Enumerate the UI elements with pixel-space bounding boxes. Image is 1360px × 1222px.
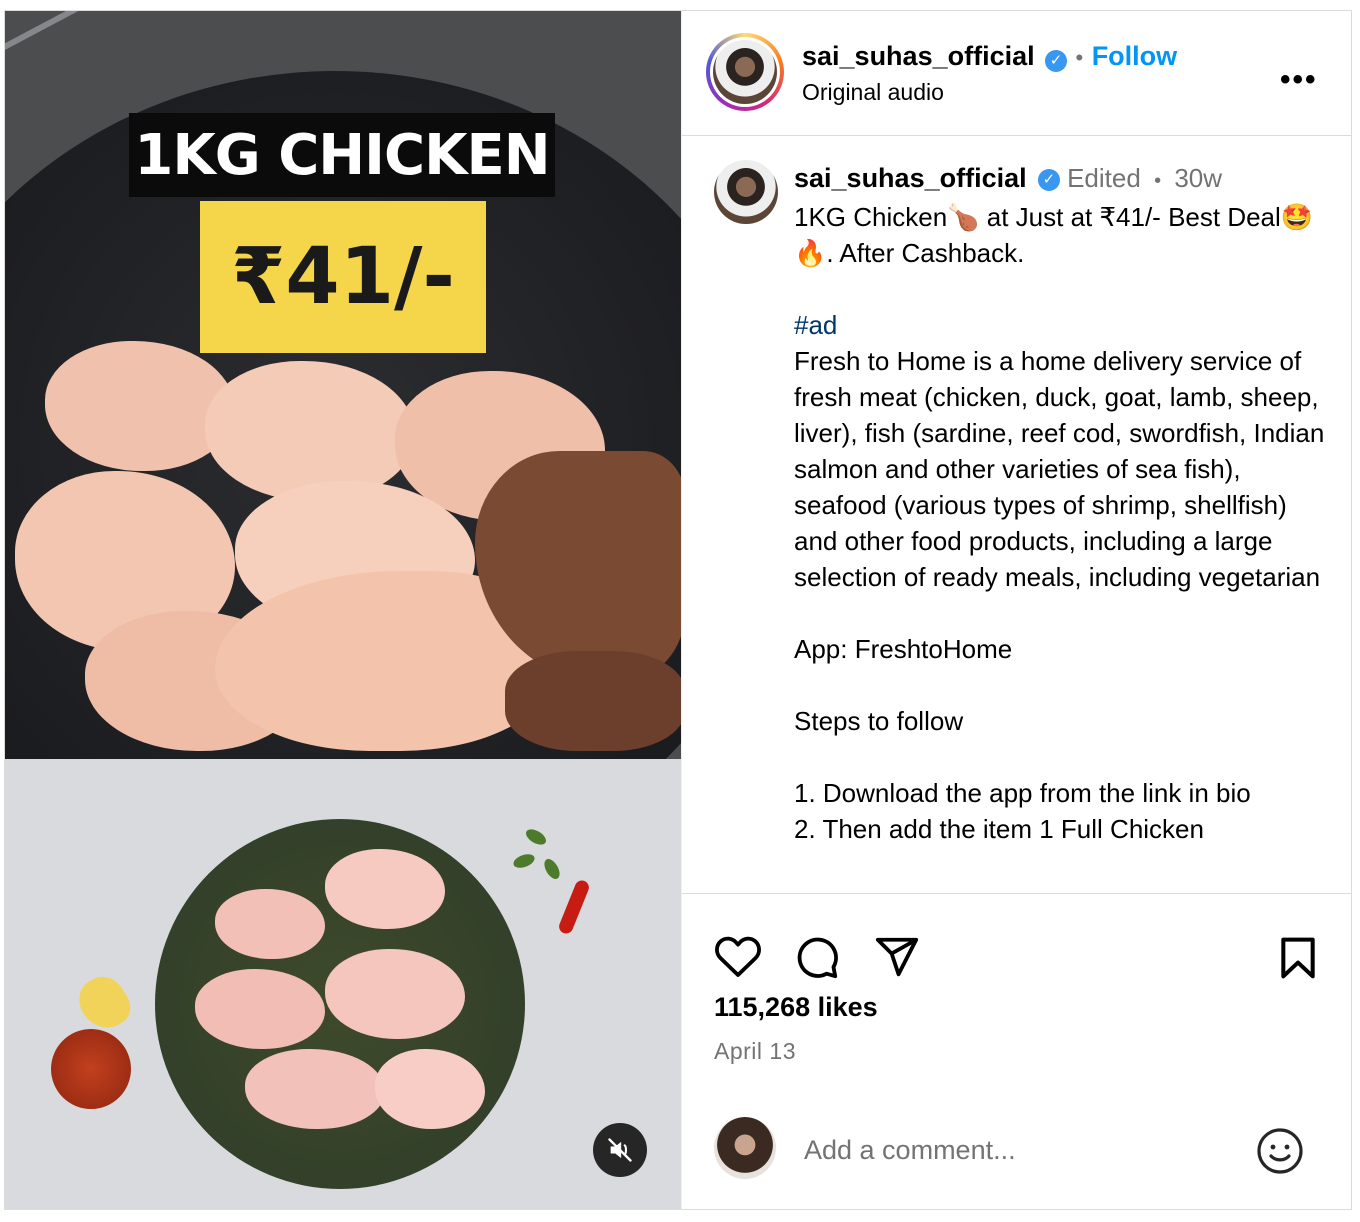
- header-separator: •: [1075, 45, 1084, 70]
- post-details-panel: sai_suhas_official ✓ • Follow Original a…: [681, 11, 1352, 1209]
- overlay-title: 1KG CHICKEN: [129, 113, 555, 197]
- more-horizontal-icon: •••: [1280, 63, 1318, 96]
- post-age[interactable]: 30w: [1174, 163, 1222, 193]
- verified-badge-icon: ✓: [1045, 49, 1068, 72]
- more-options-button[interactable]: •••: [1280, 63, 1318, 97]
- comment-icon: [797, 937, 838, 979]
- like-button[interactable]: [714, 934, 762, 983]
- avatar: [713, 40, 777, 104]
- story-ring[interactable]: [706, 33, 784, 111]
- bookmark-icon: [1281, 937, 1315, 979]
- caption-avatar[interactable]: [714, 160, 778, 224]
- caption-headline: 1KG Chicken🍗 at Just at ₹41/- Best Deal🤩…: [794, 202, 1314, 268]
- follow-button[interactable]: Follow: [1092, 41, 1177, 71]
- action-bar: 115,268 likes April 13: [682, 893, 1352, 1090]
- save-button[interactable]: [1278, 936, 1318, 985]
- heart-icon: [715, 936, 761, 977]
- share-icon: [875, 937, 919, 977]
- share-button[interactable]: [874, 934, 920, 985]
- edited-label: Edited: [1067, 163, 1141, 193]
- caption-username[interactable]: sai_suhas_official: [794, 163, 1027, 193]
- verified-badge-icon: ✓: [1037, 169, 1060, 192]
- comment-composer: [682, 1089, 1352, 1209]
- likes-count[interactable]: 115,268 likes: [714, 992, 878, 1023]
- post-modal: 1KG CHICKEN ₹41/- sai_suhas_official ✓ •…: [4, 10, 1352, 1210]
- post-header: sai_suhas_official ✓ • Follow Original a…: [682, 11, 1352, 136]
- video-frame-bowl: [5, 759, 681, 1209]
- emoji-icon: [1257, 1128, 1303, 1174]
- reel-video[interactable]: 1KG CHICKEN ₹41/-: [5, 11, 681, 1209]
- caption-separator: •: [1154, 170, 1162, 192]
- post-date: April 13: [714, 1038, 796, 1064]
- caption: sai_suhas_official ✓ Edited • 30w 1KG Ch…: [794, 160, 1334, 847]
- overlay-price: ₹41/-: [200, 201, 486, 353]
- header-username[interactable]: sai_suhas_official: [802, 41, 1035, 71]
- caption-scroll-area[interactable]: sai_suhas_official ✓ Edited • 30w 1KG Ch…: [682, 136, 1352, 893]
- emoji-button[interactable]: [1256, 1127, 1304, 1180]
- caption-body: Fresh to Home is a home delivery service…: [794, 346, 1325, 844]
- mute-button[interactable]: [593, 1123, 647, 1177]
- audio-label[interactable]: Original audio: [802, 79, 944, 106]
- comment-input[interactable]: [802, 1129, 1226, 1171]
- speaker-muted-icon: [608, 1138, 632, 1162]
- comment-button[interactable]: [794, 934, 840, 985]
- current-user-avatar: [714, 1117, 776, 1179]
- hashtag-link[interactable]: #ad: [794, 307, 1334, 343]
